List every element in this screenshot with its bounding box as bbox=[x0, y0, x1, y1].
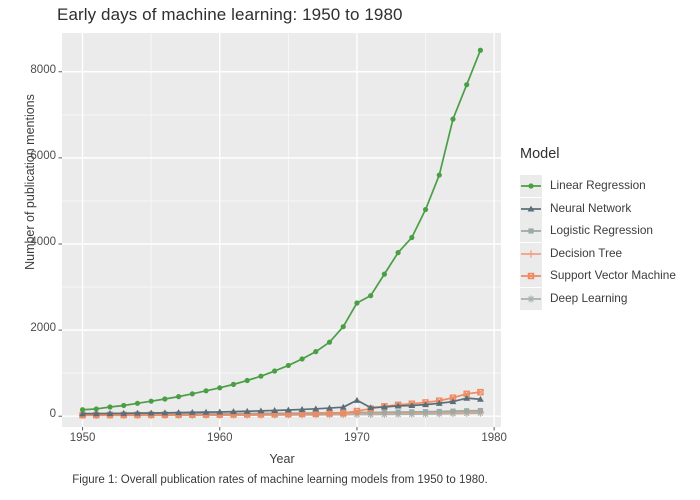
data-point bbox=[299, 356, 305, 362]
data-point bbox=[477, 47, 484, 53]
data-point bbox=[395, 250, 401, 256]
legend-key-icon bbox=[520, 175, 542, 197]
data-point bbox=[527, 249, 535, 258]
data-point bbox=[134, 400, 141, 406]
data-point bbox=[272, 368, 278, 374]
legend-item-label: Neural Network bbox=[550, 200, 632, 215]
legend-item-label: Deep Learning bbox=[550, 290, 628, 305]
data-point bbox=[368, 293, 374, 299]
data-point bbox=[313, 349, 319, 355]
data-point bbox=[450, 116, 456, 122]
legend-key-icon bbox=[520, 265, 542, 287]
data-point bbox=[244, 377, 250, 384]
data-point bbox=[464, 82, 470, 88]
data-point bbox=[107, 404, 113, 410]
legend-item-label: Linear Regression bbox=[550, 178, 646, 192]
data-point bbox=[450, 408, 456, 414]
data-point bbox=[285, 362, 291, 369]
legend-item-label: Decision Tree bbox=[550, 245, 623, 260]
data-point bbox=[477, 407, 484, 414]
data-point bbox=[381, 409, 387, 415]
data-point bbox=[121, 402, 127, 409]
data-point bbox=[203, 388, 209, 394]
data-point bbox=[422, 409, 429, 415]
legend-title: Model bbox=[520, 146, 560, 162]
legend-key-icon bbox=[520, 197, 542, 220]
legend-item-label: Support Vector Machine bbox=[550, 268, 676, 282]
data-point bbox=[340, 324, 346, 330]
legend-key-icon bbox=[520, 242, 542, 265]
data-point bbox=[162, 396, 168, 402]
data-point bbox=[528, 228, 534, 234]
data-point bbox=[93, 406, 99, 412]
figure-caption: Figure 1: Overall publication rates of m… bbox=[72, 474, 488, 486]
data-point bbox=[528, 183, 534, 189]
data-point bbox=[148, 398, 154, 404]
data-point bbox=[436, 172, 442, 178]
legend-key-icon bbox=[520, 220, 542, 242]
data-point bbox=[258, 373, 264, 379]
legend-item-label: Logistic Regression bbox=[550, 223, 653, 237]
legend-key-icon bbox=[520, 287, 542, 310]
data-point bbox=[395, 409, 401, 415]
data-point bbox=[409, 234, 415, 241]
data-point bbox=[422, 206, 429, 213]
data-point bbox=[436, 408, 442, 415]
figure-root: Early days of machine learning: 1950 to … bbox=[0, 0, 700, 500]
data-point bbox=[527, 295, 535, 302]
data-point bbox=[217, 385, 223, 391]
data-point bbox=[326, 339, 333, 345]
data-point bbox=[409, 409, 415, 415]
data-point bbox=[189, 391, 195, 397]
data-point bbox=[464, 408, 470, 414]
data-point bbox=[381, 271, 387, 277]
data-point bbox=[354, 300, 360, 306]
data-point bbox=[176, 394, 182, 400]
data-point bbox=[230, 381, 237, 387]
data-point bbox=[79, 407, 86, 413]
